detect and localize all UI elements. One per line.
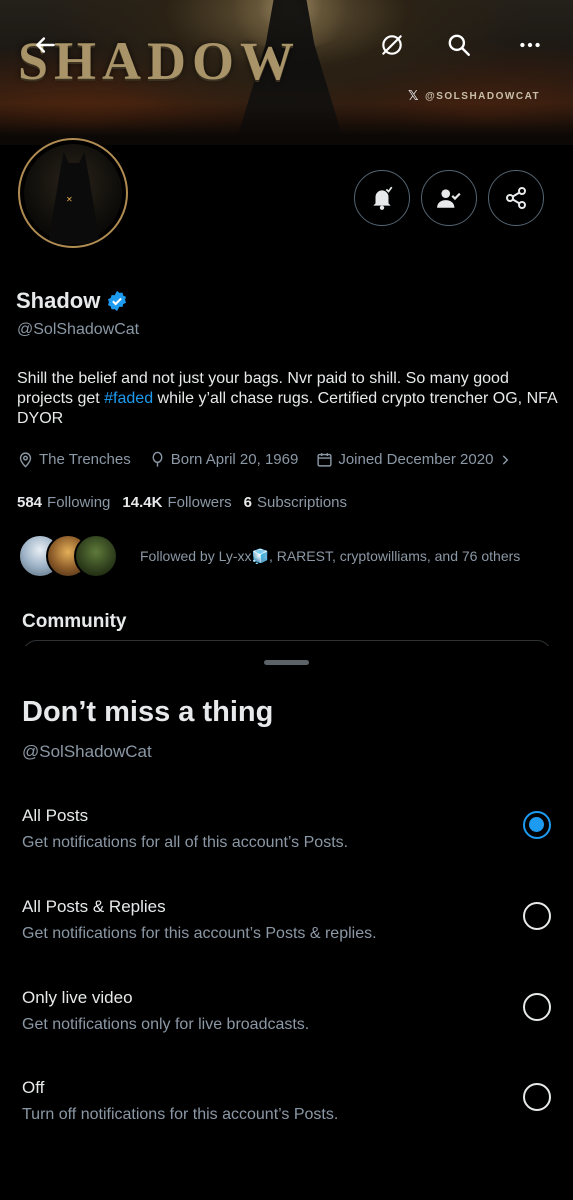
followed-by-row[interactable]: Followed by Ly-xx🧊, RAREST, cryptowillia… (18, 534, 520, 578)
joined-item[interactable]: Joined December 2020 (316, 451, 512, 468)
arrow-left-icon (36, 37, 55, 53)
location-item: The Trenches (17, 451, 131, 468)
balloon-icon (152, 451, 163, 467)
subscriptions-link[interactable]: 6 Subscriptions (244, 494, 347, 511)
birthday-item: Born April 20, 1969 (149, 451, 299, 468)
notification-settings-sheet: Don’t miss a thing @SolShadowCat All Pos… (0, 646, 573, 1200)
radio-unselected[interactable] (523, 902, 551, 930)
radio-unselected[interactable] (523, 1083, 551, 1111)
option-subtitle: Get notifications for this account’s Pos… (22, 925, 377, 942)
profile-handle: @SolShadowCat (17, 321, 140, 338)
sheet-handle: @SolShadowCat (22, 742, 152, 761)
followed-by-text: Followed by Ly-xx🧊, RAREST, cryptowillia… (140, 548, 521, 564)
followers-count: 14.4K (122, 494, 163, 511)
profile-meta: The Trenches Born April 20, 1969 Joined … (17, 451, 512, 468)
banner-title: SHADOW (18, 31, 301, 91)
eye-off-icon (382, 35, 402, 55)
birthday-text: Born April 20, 1969 (170, 451, 299, 468)
option-title: Off (22, 1078, 45, 1097)
search-button[interactable] (444, 30, 474, 60)
followers-label: Followers (167, 494, 232, 511)
bio-hashtag-link[interactable]: #faded (104, 390, 153, 407)
follower-avatar (74, 534, 118, 578)
more-button[interactable] (515, 30, 545, 60)
profile-banner[interactable]: SHADOW 𝕏 @SOLSHADOWCAT (0, 0, 573, 145)
chevron-right-icon (503, 454, 509, 465)
followers-link[interactable]: 14.4K Followers (122, 494, 231, 511)
share-button[interactable] (488, 170, 544, 226)
avatar-eyes: ✕ (66, 195, 73, 204)
subscriptions-count: 6 (243, 494, 252, 511)
option-off[interactable]: Off Turn off notifications for this acco… (22, 1078, 553, 1138)
profile-avatar[interactable]: ✕ (18, 138, 128, 248)
location-text: The Trenches (39, 451, 131, 468)
option-title: All Posts & Replies (22, 897, 166, 916)
option-subtitle: Turn off notifications for this account’… (22, 1106, 339, 1123)
option-title: All Posts (22, 806, 89, 825)
notification-bell-icon (373, 186, 393, 210)
radio-selected[interactable] (523, 811, 551, 839)
banner-handle: 𝕏 @SOLSHADOWCAT (408, 88, 540, 104)
back-button[interactable] (30, 30, 60, 60)
option-title: Only live video (22, 988, 133, 1007)
sheet-grabber-handle[interactable] (264, 660, 309, 665)
following-count: 584 (17, 494, 43, 511)
joined-text: Joined December 2020 (338, 451, 494, 468)
x-logo-icon: 𝕏 (408, 88, 420, 103)
option-all-posts[interactable]: All Posts Get notifications for all of t… (22, 806, 553, 866)
mute-button[interactable] (377, 30, 407, 60)
following-button[interactable] (421, 170, 477, 226)
subscriptions-label: Subscriptions (256, 494, 348, 511)
verified-badge-icon (108, 290, 127, 312)
profile-name: Shadow (16, 288, 101, 313)
sheet-title: Don’t miss a thing (22, 696, 274, 728)
notifications-button[interactable] (354, 170, 410, 226)
profile-bio: Shill the belief and not just your bags.… (17, 369, 557, 429)
profile-name-row: Shadow (16, 288, 128, 314)
option-live-video[interactable]: Only live video Get notifications only f… (22, 988, 553, 1048)
radio-unselected[interactable] (523, 993, 551, 1021)
banner-handle-text: @SOLSHADOWCAT (424, 90, 541, 102)
following-label: Following (47, 494, 111, 511)
following-link[interactable]: 584 Following (17, 494, 110, 511)
location-pin-icon (19, 452, 32, 468)
option-subtitle: Get notifications only for live broadcas… (22, 1016, 310, 1033)
search-icon (448, 34, 470, 56)
share-icon (506, 187, 526, 209)
follow-check-icon (437, 189, 461, 208)
calendar-icon (317, 453, 332, 467)
option-all-posts-replies[interactable]: All Posts & Replies Get notifications fo… (22, 897, 553, 957)
more-icon (520, 42, 540, 48)
option-subtitle: Get notifications for all of this accoun… (22, 834, 349, 851)
community-heading: Community (22, 611, 127, 632)
profile-stats: 584 Following 14.4K Followers 6 Subscriptio… (17, 494, 347, 511)
